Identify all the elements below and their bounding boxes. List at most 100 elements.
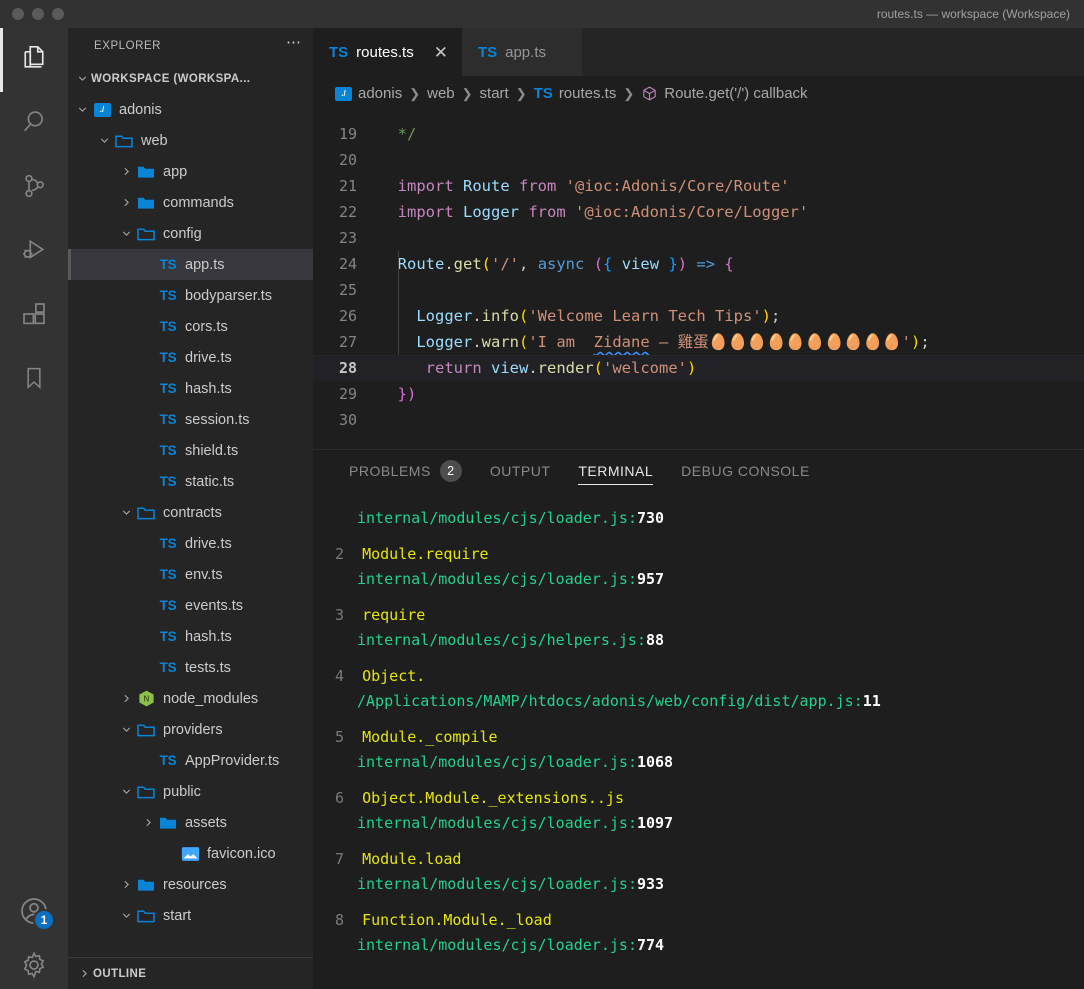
panel-tab-debug-console[interactable]: DEBUG CONSOLE bbox=[667, 450, 824, 492]
tree-item-start[interactable]: start bbox=[68, 900, 313, 931]
ellipsis-icon[interactable]: ⋯ bbox=[286, 35, 303, 56]
tree-item-app-ts[interactable]: TS app.ts bbox=[68, 249, 313, 280]
activity-item-accounts[interactable]: 1 bbox=[0, 881, 68, 945]
chevron-down-icon[interactable] bbox=[118, 226, 135, 242]
tree-item-public[interactable]: public bbox=[68, 776, 313, 807]
tree-item-hash-ts[interactable]: TS hash.ts bbox=[68, 373, 313, 404]
breadcrumb-item-symbol[interactable]: Route.get('/') callback bbox=[641, 85, 808, 103]
activity-item-explorer[interactable] bbox=[0, 28, 68, 92]
activity-item-bookmarks[interactable] bbox=[0, 348, 68, 412]
code-editor[interactable]: 19 */ 20 21 import Route from '@ioc:Adonis… bbox=[313, 111, 1084, 449]
close-icon[interactable]: ✕ bbox=[434, 44, 448, 61]
tree-item-app[interactable]: app bbox=[68, 156, 313, 187]
breadcrumb-item-adonis[interactable]: ./ adonis bbox=[335, 85, 402, 102]
token: '/' bbox=[491, 255, 520, 273]
breadcrumb-item-web[interactable]: web bbox=[427, 85, 455, 102]
terminal-path-row[interactable]: internal/modules/cjs/loader.js:957 bbox=[335, 567, 1084, 592]
activity-item-settings[interactable] bbox=[0, 945, 68, 989]
line-number: 24 bbox=[338, 255, 357, 273]
tree-item-web[interactable]: web bbox=[68, 125, 313, 156]
panel-tab-label: DEBUG CONSOLE bbox=[681, 463, 810, 479]
code-line[interactable]: 21 import Route from '@ioc:Adonis/Core/R… bbox=[313, 173, 1084, 199]
chevron-down-icon[interactable] bbox=[118, 722, 135, 738]
tree-item-cors-ts[interactable]: TS cors.ts bbox=[68, 311, 313, 342]
tree-item-events-ts[interactable]: TS events.ts bbox=[68, 590, 313, 621]
code-line[interactable]: 29 }) bbox=[313, 381, 1084, 407]
tree-item-resources[interactable]: resources bbox=[68, 869, 313, 900]
file-tree[interactable]: WORKSPACE (WORKSPA... ./ adonis web app comm… bbox=[68, 63, 313, 957]
tree-item-hash-ts[interactable]: TS hash.ts bbox=[68, 621, 313, 652]
breadcrumb-item-start[interactable]: start bbox=[480, 85, 509, 102]
tree-item-commands[interactable]: commands bbox=[68, 187, 313, 218]
tree-item-shield-ts[interactable]: TS shield.ts bbox=[68, 435, 313, 466]
tree-item-bodyparser-ts[interactable]: TS bodyparser.ts bbox=[68, 280, 313, 311]
activity-item-run-and-debug[interactable] bbox=[0, 220, 68, 284]
token: , bbox=[519, 255, 538, 273]
tree-item-env-ts[interactable]: TS env.ts bbox=[68, 559, 313, 590]
tree-item-node-modules[interactable]: Nnode_modules bbox=[68, 683, 313, 714]
tab-routes-ts[interactable]: TS routes.ts ✕ bbox=[313, 28, 462, 76]
tree-item-tests-ts[interactable]: TS tests.ts bbox=[68, 652, 313, 683]
chevron-right-icon[interactable] bbox=[118, 877, 135, 893]
tree-item-providers[interactable]: providers bbox=[68, 714, 313, 745]
tree-item-drive-ts[interactable]: TS drive.ts bbox=[68, 342, 313, 373]
chevron-down-icon[interactable] bbox=[96, 133, 113, 149]
chevron-down-icon[interactable] bbox=[118, 908, 135, 924]
chevron-down-icon[interactable] bbox=[118, 505, 135, 521]
ts-icon: TS bbox=[157, 753, 179, 768]
tree-item-drive-ts[interactable]: TS drive.ts bbox=[68, 528, 313, 559]
panel-tab-terminal[interactable]: TERMINAL bbox=[564, 450, 667, 492]
tree-item-favicon-ico[interactable]: favicon.ico bbox=[68, 838, 313, 869]
breadcrumb[interactable]: ./ adonis ❯ web ❯ start ❯ TS routes.ts ❯ bbox=[313, 76, 1084, 111]
tree-item-session-ts[interactable]: TS session.ts bbox=[68, 404, 313, 435]
code-line[interactable]: 19 */ bbox=[313, 121, 1084, 147]
terminal-path-row[interactable]: internal/modules/cjs/loader.js:1068 bbox=[335, 750, 1084, 775]
chevron-down-icon[interactable] bbox=[118, 784, 135, 800]
code-line[interactable]: 26 Logger.info('Welcome Learn Tech Tips'… bbox=[313, 303, 1084, 329]
minimize-window-button[interactable] bbox=[32, 8, 44, 20]
terminal-path-row[interactable]: internal/modules/cjs/loader.js:774 bbox=[335, 933, 1084, 958]
tree-item-contracts[interactable]: contracts bbox=[68, 497, 313, 528]
terminal-path-row[interactable]: internal/modules/cjs/loader.js:933 bbox=[335, 872, 1084, 897]
code-line[interactable]: 25 bbox=[313, 277, 1084, 303]
window-controls[interactable] bbox=[0, 8, 64, 20]
code-line[interactable]: 27 Logger.warn('I am Zidane – 雞蛋🥚🥚🥚🥚🥚🥚🥚🥚… bbox=[313, 329, 1084, 355]
code-line[interactable]: 23 bbox=[313, 225, 1084, 251]
chevron-down-icon[interactable] bbox=[74, 102, 91, 118]
chevron-right-icon[interactable] bbox=[118, 164, 135, 180]
tree-item-adonis[interactable]: ./ adonis bbox=[68, 94, 313, 125]
code-line[interactable]: 20 bbox=[313, 147, 1084, 173]
panel-tab-problems[interactable]: PROBLEMS 2 bbox=[335, 450, 476, 492]
terminal-output[interactable]: internal/modules/cjs/loader.js:730 2 Modu… bbox=[313, 492, 1084, 989]
panel-tab-output[interactable]: OUTPUT bbox=[476, 450, 565, 492]
code-line[interactable]: 22 import Logger from '@ioc:Adonis/Core/… bbox=[313, 199, 1084, 225]
terminal-path-row[interactable]: internal/modules/cjs/loader.js:1097 bbox=[335, 811, 1084, 836]
chevron-right-icon[interactable] bbox=[118, 691, 135, 707]
activity-item-search[interactable] bbox=[0, 92, 68, 156]
chevron-right-icon[interactable] bbox=[118, 195, 135, 211]
code-line[interactable]: 24 Route.get('/', async ({ view }) => { bbox=[313, 251, 1084, 277]
outline-section[interactable]: OUTLINE bbox=[68, 957, 313, 989]
tree-item-assets[interactable]: assets bbox=[68, 807, 313, 838]
chevron-right-icon[interactable] bbox=[140, 815, 157, 831]
tab-label: routes.ts bbox=[356, 43, 414, 61]
tree-item-config[interactable]: config bbox=[68, 218, 313, 249]
terminal-path-row[interactable]: internal/modules/cjs/loader.js:730 bbox=[335, 506, 1084, 531]
code-lines[interactable]: 19 */ 20 21 import Route from '@ioc:Adonis… bbox=[313, 111, 1084, 433]
ts-icon: TS bbox=[159, 536, 177, 551]
breadcrumb-item-routes-ts[interactable]: TS routes.ts bbox=[534, 85, 617, 102]
activity-item-source-control[interactable] bbox=[0, 156, 68, 220]
zoom-window-button[interactable] bbox=[52, 8, 64, 20]
tree-item-static-ts[interactable]: TS static.ts bbox=[68, 466, 313, 497]
tab-app-ts[interactable]: TS app.ts bbox=[461, 28, 582, 76]
code-line[interactable]: 28 return view.render('welcome') bbox=[313, 355, 1084, 381]
terminal-path-row[interactable]: /Applications/MAMP/htdocs/adonis/web/con… bbox=[335, 689, 1084, 714]
token: warn bbox=[481, 333, 519, 351]
code-line[interactable]: 30 bbox=[313, 407, 1084, 433]
close-window-button[interactable] bbox=[12, 8, 24, 20]
tree-item-appprovider-ts[interactable]: TS AppProvider.ts bbox=[68, 745, 313, 776]
ts-icon: TS bbox=[159, 629, 177, 644]
terminal-path-row[interactable]: internal/modules/cjs/helpers.js:88 bbox=[335, 628, 1084, 653]
workspace-root-row[interactable]: WORKSPACE (WORKSPA... bbox=[68, 63, 313, 94]
activity-item-extensions[interactable] bbox=[0, 284, 68, 348]
